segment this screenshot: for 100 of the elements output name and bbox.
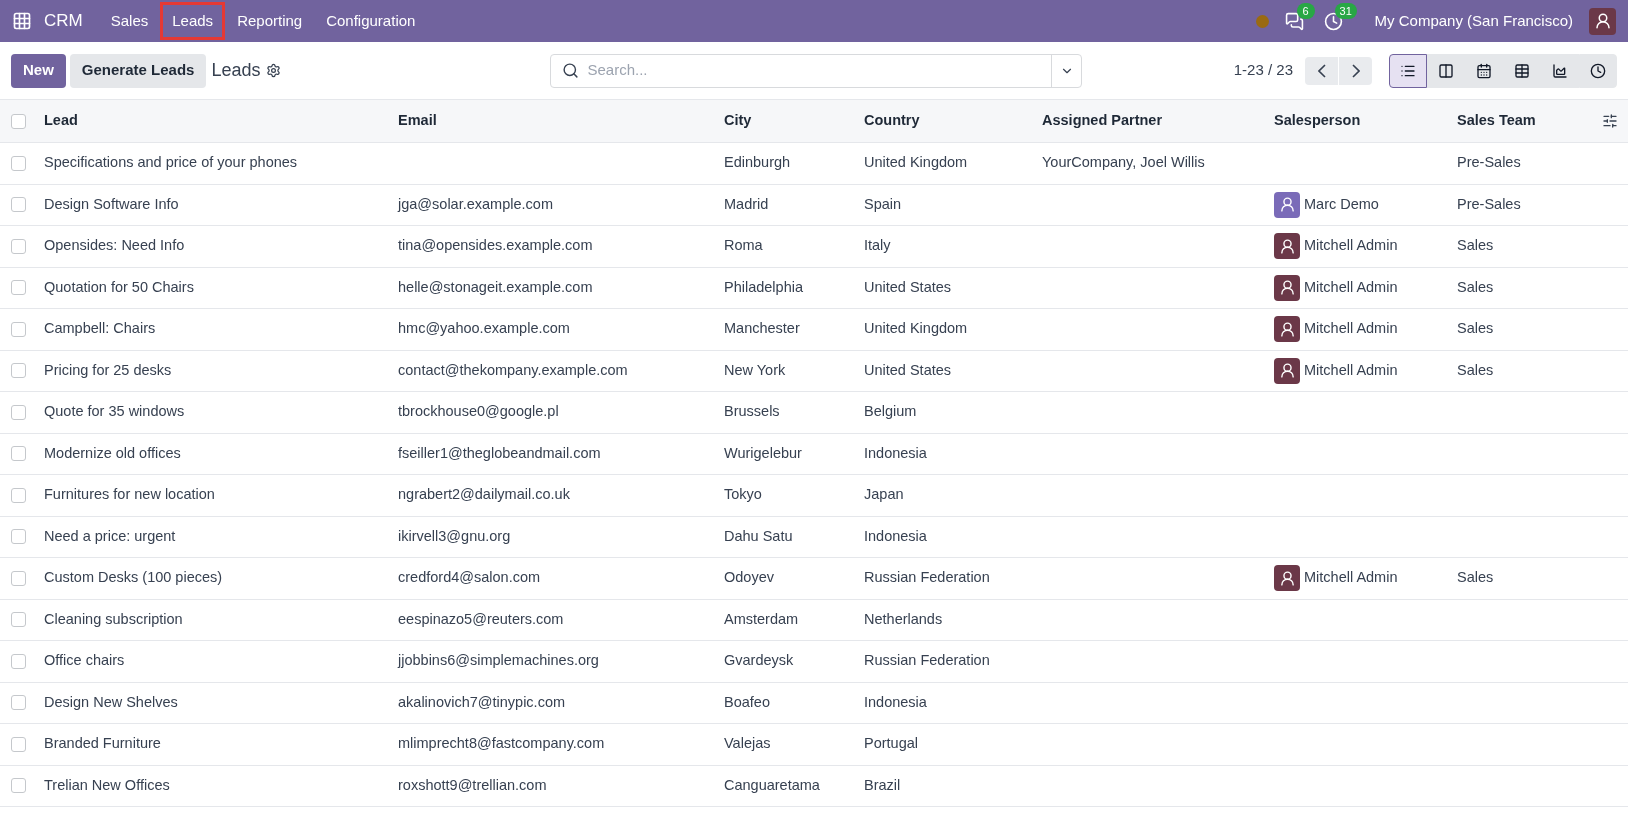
- table-cell-text: Design Software Info: [44, 194, 180, 214]
- table-cell-text: Dahu Satu: [724, 526, 794, 546]
- column-header[interactable]: Country: [864, 110, 1042, 132]
- checkbox[interactable]: [11, 529, 26, 545]
- kanban-view-button[interactable]: [1427, 53, 1465, 88]
- table-cell-text: jga@solar.example.com: [398, 194, 554, 214]
- table-cell-text: Portugal: [864, 734, 919, 754]
- checkbox[interactable]: [11, 197, 26, 213]
- checkbox[interactable]: [11, 612, 26, 628]
- menu-item[interactable]: Configuration: [314, 2, 428, 40]
- table-cell-text: Pre-Sales: [1457, 194, 1522, 214]
- table-cell-text: Spain: [864, 194, 903, 214]
- table-cell-text: tbrockhouse0@google.pl: [398, 402, 560, 422]
- table-cell-text: Brazil: [864, 775, 902, 795]
- table-cell-text: Mitchell Admin: [1304, 277, 1398, 297]
- table-cell-text: Indonesia: [864, 692, 928, 712]
- list-view-button[interactable]: [1389, 53, 1427, 88]
- table-cell-text: roxshott9@trellian.com: [398, 775, 548, 795]
- checkbox[interactable]: [11, 778, 26, 794]
- table-cell-text: Need a price: urgent: [44, 526, 177, 546]
- table-cell-text: tina@opensides.example.com: [398, 236, 594, 256]
- checkbox[interactable]: [11, 653, 26, 669]
- table-cell-text: Wurigelebur: [724, 443, 803, 463]
- graph-icon: [1552, 62, 1568, 79]
- column-header[interactable]: Sales Team: [1457, 110, 1588, 132]
- user-avatar[interactable]: [1589, 7, 1616, 35]
- checkbox[interactable]: [11, 487, 26, 503]
- table-cell-text: Amsterdam: [724, 609, 800, 629]
- table-cell-text: Specifications and price of your phones: [44, 153, 299, 173]
- next-page-button[interactable]: [1339, 56, 1372, 85]
- checkbox[interactable]: [11, 155, 26, 171]
- activity-view-button[interactable]: [1579, 53, 1617, 88]
- table-cell-text: Sales: [1457, 360, 1495, 380]
- messages-icon[interactable]: [1284, 11, 1304, 31]
- checkbox[interactable]: [11, 363, 26, 379]
- table-cell-text: Edinburgh: [724, 153, 792, 173]
- table-cell-text: eespinazo5@reuters.com: [398, 609, 565, 629]
- table-cell-text: Opensides: Need Info: [44, 236, 186, 256]
- table-cell-text: Quote for 35 windows: [44, 402, 186, 422]
- table-cell-text: United States: [864, 360, 953, 380]
- generate-leads-button[interactable]: Generate Leads: [69, 53, 207, 88]
- table-cell-text: United Kingdom: [864, 319, 969, 339]
- checkbox[interactable]: [11, 113, 26, 129]
- table-cell-text: ngrabert2@dailymail.co.uk: [398, 485, 571, 505]
- settings-icon[interactable]: [266, 63, 282, 78]
- page-title: Leads: [211, 59, 261, 82]
- table-cell-text: Furnitures for new location: [44, 485, 216, 505]
- table-cell-text: Belgium: [864, 402, 918, 422]
- messages-count: 6: [1296, 2, 1315, 19]
- search-icon: [562, 62, 580, 79]
- optional-columns-icon[interactable]: [1602, 113, 1618, 129]
- table-cell-text: Marc Demo: [1304, 194, 1379, 214]
- search-field[interactable]: Search...: [550, 53, 1083, 88]
- table-cell-text: Mitchell Admin: [1304, 319, 1398, 339]
- search-input[interactable]: Search...: [587, 59, 1052, 82]
- table-cell-text: Gvardeysk: [724, 651, 795, 671]
- checkbox[interactable]: [11, 238, 26, 254]
- company-switcher[interactable]: My Company (San Francisco): [1374, 9, 1573, 33]
- column-header[interactable]: Assigned Partner: [1042, 110, 1274, 132]
- checkbox[interactable]: [11, 695, 26, 711]
- checkbox[interactable]: [11, 736, 26, 752]
- table-cell-text: Japan: [864, 485, 905, 505]
- checkbox[interactable]: [11, 570, 26, 586]
- table-cell-text: helle@stonageit.example.com: [398, 277, 594, 297]
- apps-menu-icon[interactable]: [12, 11, 32, 31]
- app-name[interactable]: CRM: [44, 8, 83, 34]
- pivot-icon: [1514, 62, 1530, 79]
- table-cell-text: ikirvell3@gnu.org: [398, 526, 512, 546]
- table-cell-text: hmc@yahoo.example.com: [398, 319, 571, 339]
- table-cell-text: fseiller1@theglobeandmail.com: [398, 443, 602, 463]
- menu-item[interactable]: Reporting: [225, 2, 315, 40]
- table-cell-text: Office chairs: [44, 651, 126, 671]
- checkbox[interactable]: [11, 280, 26, 296]
- new-button[interactable]: New: [11, 53, 66, 88]
- pager-value: 1-23 / 23: [1233, 60, 1293, 81]
- table-cell-text: Madrid: [724, 194, 770, 214]
- table-cell-text: New York: [724, 360, 787, 380]
- table-cell-text: Brussels: [724, 402, 781, 422]
- activities-count: 31: [1334, 2, 1357, 19]
- table-cell-text: Valejas: [724, 734, 772, 754]
- column-header[interactable]: Email: [398, 110, 724, 132]
- table-cell-text: Design New Shelves: [44, 692, 179, 712]
- table-cell-text: United States: [864, 277, 953, 297]
- column-header[interactable]: Lead: [44, 110, 398, 132]
- activity-icon: [1590, 62, 1606, 79]
- table-cell-text: akalinovich7@tinypic.com: [398, 692, 567, 712]
- table-cell-text: Tokyo: [724, 485, 763, 505]
- checkbox[interactable]: [11, 321, 26, 337]
- column-header[interactable]: City: [724, 110, 864, 132]
- column-header[interactable]: Salesperson: [1274, 110, 1457, 132]
- checkbox[interactable]: [11, 446, 26, 462]
- table-cell-text: Mitchell Admin: [1304, 360, 1398, 380]
- table-cell-text: Quotation for 50 Chairs: [44, 277, 195, 297]
- table-cell-text: Odoyev: [724, 568, 775, 588]
- table-cell-text: Modernize old offices: [44, 443, 182, 463]
- checkbox[interactable]: [11, 404, 26, 420]
- menu-item[interactable]: Sales: [98, 2, 161, 40]
- table-cell-text: Branded Furniture: [44, 734, 162, 754]
- menu-item[interactable]: Leads: [160, 2, 226, 40]
- previous-page-button[interactable]: [1305, 56, 1338, 85]
